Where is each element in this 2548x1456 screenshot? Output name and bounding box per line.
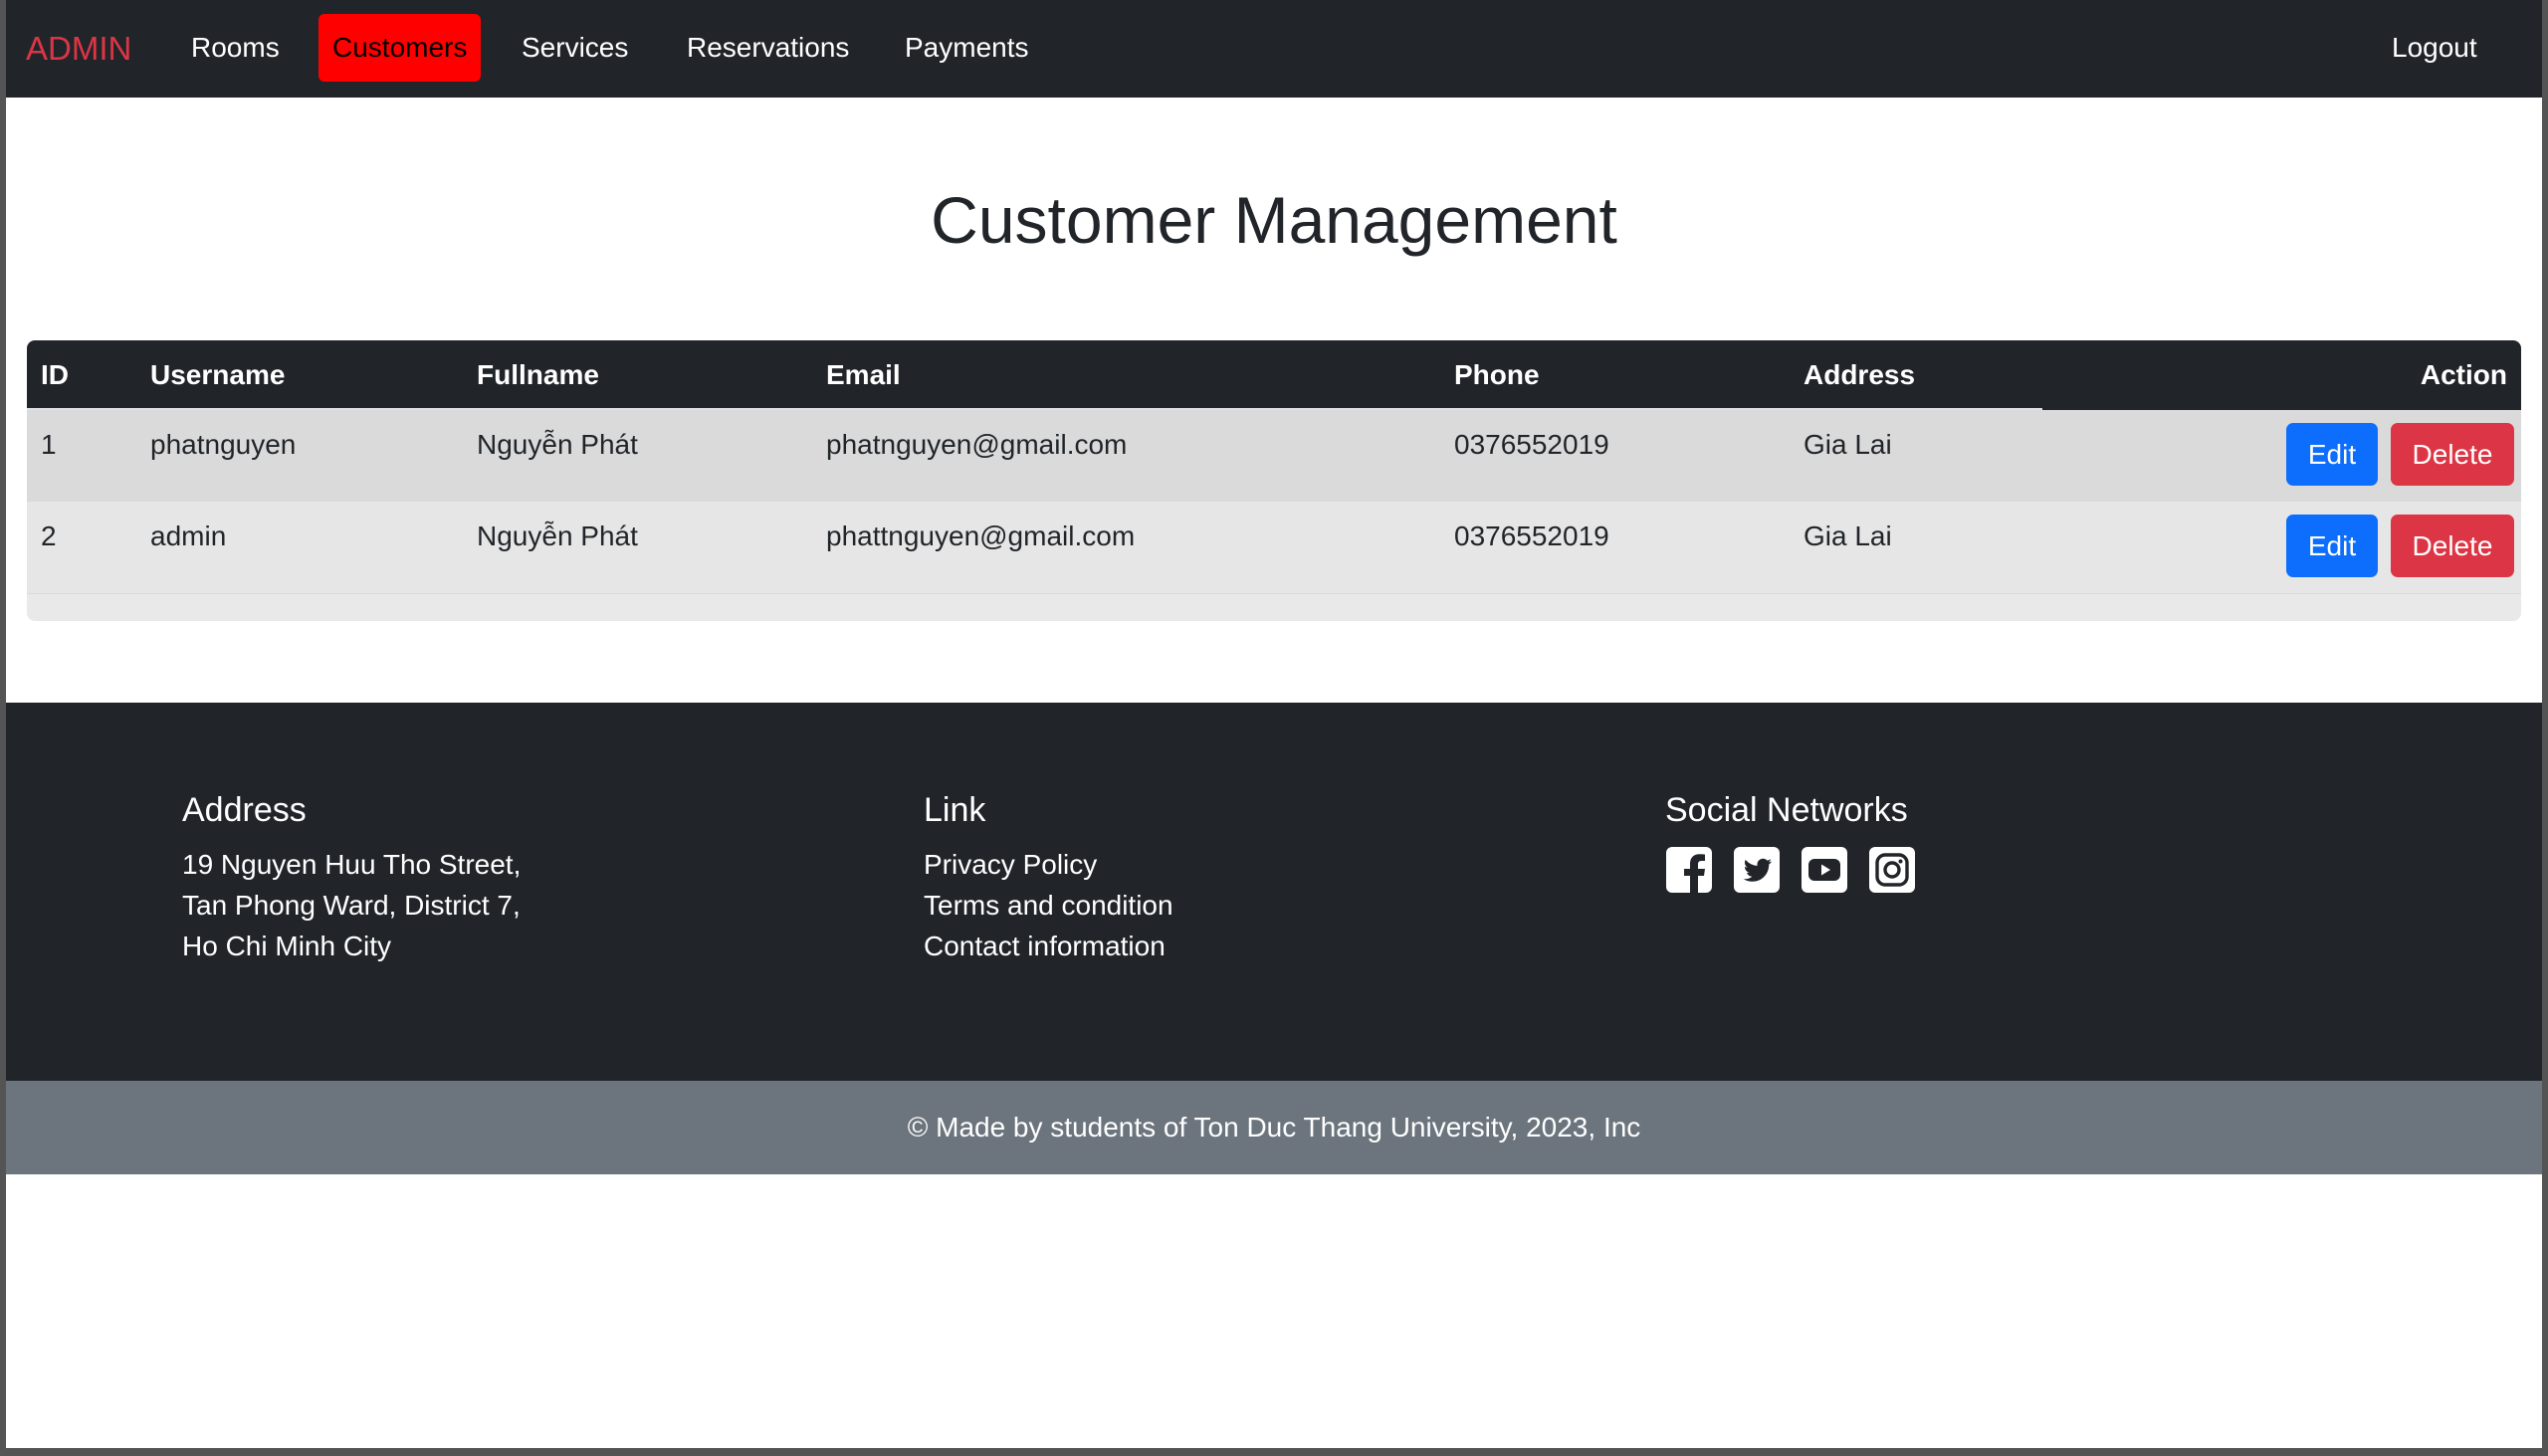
footer-social-heading: Social Networks (1665, 791, 1908, 829)
brand-admin[interactable]: ADMIN (26, 29, 131, 69)
column-header-username: Username (150, 359, 286, 390)
copyright-bar: © Made by students of Ton Duc Thang Univ… (6, 1081, 2542, 1174)
cell-id: 2 (41, 520, 57, 551)
youtube-icon[interactable] (1801, 846, 1848, 894)
table-row: 1 phatnguyen Nguyễn Phát phatnguyen@gmai… (27, 410, 2521, 503)
nav-rooms[interactable]: Rooms (177, 14, 294, 82)
terms-link[interactable]: Terms and condition (924, 885, 1173, 926)
cell-username: admin (150, 520, 227, 551)
cell-id: 1 (41, 429, 57, 460)
column-header-action: Action (2420, 359, 2507, 390)
facebook-icon[interactable] (1665, 846, 1713, 894)
address-line: Ho Chi Minh City (182, 931, 392, 961)
delete-button[interactable]: Delete (2391, 423, 2514, 486)
customers-table: ID Username Fullname Email Phone Address… (27, 340, 2521, 621)
edit-button[interactable]: Edit (2286, 515, 2378, 577)
cell-username: phatnguyen (150, 429, 297, 460)
column-header-email: Email (826, 359, 901, 390)
cell-fullname: Nguyễn Phát (477, 520, 638, 551)
column-header-fullname: Fullname (477, 359, 599, 390)
table-row: 2 admin Nguyễn Phát phattnguyen@gmail.co… (27, 502, 2521, 594)
page-title: Customer Management (931, 183, 1617, 257)
column-header-phone: Phone (1454, 359, 1540, 390)
footer-address-section: Address 19 Nguyen Huu Tho Street, Tan Ph… (182, 782, 521, 966)
cell-email: phatnguyen@gmail.com (826, 429, 1128, 460)
footer: Address 19 Nguyen Huu Tho Street, Tan Ph… (6, 703, 2542, 1081)
address-line: 19 Nguyen Huu Tho Street, (182, 849, 522, 880)
edit-button[interactable]: Edit (2286, 423, 2378, 486)
footer-link-section: Link Privacy Policy Terms and condition … (924, 782, 1173, 966)
logout-link[interactable]: Logout (2378, 14, 2491, 82)
twitter-icon[interactable] (1733, 846, 1781, 894)
cell-fullname: Nguyễn Phát (477, 429, 638, 460)
column-header-address: Address (1804, 359, 1916, 390)
cell-address: Gia Lai (1804, 520, 1892, 551)
footer-social-section: Social Networks (1665, 782, 1916, 894)
footer-address-heading: Address (182, 791, 307, 829)
footer-link-heading: Link (924, 791, 986, 829)
contact-information-link[interactable]: Contact information (924, 926, 1173, 966)
privacy-policy-link[interactable]: Privacy Policy (924, 844, 1173, 885)
nav-payments[interactable]: Payments (891, 14, 1043, 82)
nav-customers[interactable]: Customers (318, 14, 481, 82)
cell-phone: 0376552019 (1454, 429, 1609, 460)
cell-email: phattnguyen@gmail.com (826, 520, 1136, 551)
delete-button[interactable]: Delete (2391, 515, 2514, 577)
table-header: ID Username Fullname Email Phone Address… (27, 340, 2521, 410)
top-navbar: ADMIN Rooms Customers Services Reservati… (6, 0, 2542, 98)
column-header-id: ID (41, 359, 69, 390)
address-line: Tan Phong Ward, District 7, (182, 890, 521, 921)
nav-services[interactable]: Services (508, 14, 642, 82)
cell-address: Gia Lai (1804, 429, 1892, 460)
social-icons (1665, 846, 1916, 894)
browser-viewport: ADMIN Rooms Customers Services Reservati… (6, 0, 2542, 1448)
cell-phone: 0376552019 (1454, 520, 1609, 551)
nav-reservations[interactable]: Reservations (673, 14, 863, 82)
instagram-icon[interactable] (1868, 846, 1916, 894)
